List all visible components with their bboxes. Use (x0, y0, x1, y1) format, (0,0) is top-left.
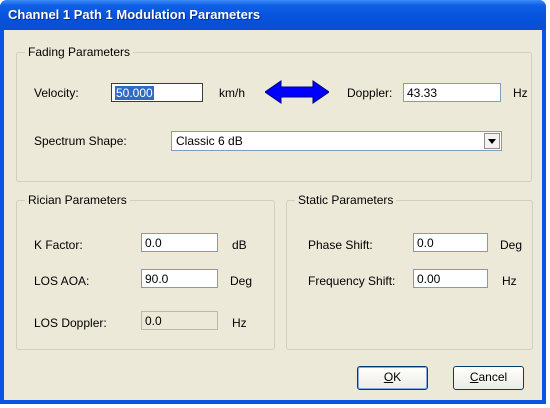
doppler-field[interactable]: 43.33 (403, 83, 501, 102)
velocity-value: 50.000 (115, 86, 154, 100)
los-doppler-value: 0.0 (145, 314, 162, 328)
dropdown-button[interactable] (484, 133, 500, 149)
cancel-button[interactable]: Cancel (453, 366, 524, 390)
k-factor-field[interactable]: 0.0 (141, 233, 218, 252)
doppler-value: 43.33 (407, 86, 438, 100)
los-doppler-unit: Hz (232, 316, 247, 330)
velocity-unit: km/h (219, 86, 246, 100)
ok-accel: O (383, 370, 394, 384)
los-aoa-field[interactable]: 90.0 (141, 269, 218, 288)
dialog-window: Channel 1 Path 1 Modulation Parameters F… (0, 0, 546, 404)
ok-button[interactable]: OK (357, 366, 428, 390)
los-aoa-label: LOS AOA: (34, 274, 90, 288)
spectrum-shape-label: Spectrum Shape: (34, 134, 127, 148)
k-factor-label: K Factor: (34, 238, 83, 252)
frequency-shift-value: 0.00 (417, 272, 441, 286)
cancel-label-rest: ancel (478, 370, 508, 384)
los-aoa-value: 90.0 (145, 272, 169, 286)
phase-shift-field[interactable]: 0.0 (413, 233, 488, 252)
rician-parameters-legend: Rician Parameters (25, 193, 130, 207)
fading-parameters-legend: Fading Parameters (25, 45, 134, 59)
ok-label-rest: K (393, 370, 402, 384)
chevron-down-icon (488, 138, 496, 144)
static-parameters-group: Static Parameters Phase Shift: 0.0 Deg F… (286, 193, 533, 350)
velocity-field[interactable]: 50.000 (111, 83, 203, 102)
rician-parameters-group: Rician Parameters K Factor: 0.0 dB LOS A… (16, 193, 275, 350)
frequency-shift-field[interactable]: 0.00 (413, 269, 488, 288)
static-parameters-legend: Static Parameters (295, 193, 397, 207)
phase-shift-label: Phase Shift: (308, 238, 373, 252)
spectrum-shape-select[interactable]: Classic 6 dB (171, 131, 502, 151)
title-bar[interactable]: Channel 1 Path 1 Modulation Parameters (0, 0, 546, 30)
phase-shift-unit: Deg (500, 238, 523, 252)
los-doppler-label: LOS Doppler: (34, 316, 107, 330)
spectrum-shape-value: Classic 6 dB (176, 134, 243, 148)
doppler-label: Doppler: (347, 86, 393, 100)
k-factor-value: 0.0 (145, 236, 162, 250)
los-aoa-unit: Deg (230, 274, 253, 288)
phase-shift-value: 0.0 (417, 236, 434, 250)
frequency-shift-unit: Hz (502, 274, 517, 288)
doppler-unit: Hz (513, 86, 528, 100)
fading-parameters-group: Fading Parameters Velocity: 50.000 km/h … (16, 45, 532, 182)
dialog-client-area: Fading Parameters Velocity: 50.000 km/h … (4, 30, 542, 400)
double-arrow-icon (265, 80, 329, 104)
velocity-label: Velocity: (34, 86, 79, 100)
window-title: Channel 1 Path 1 Modulation Parameters (8, 7, 261, 22)
k-factor-unit: dB (232, 238, 247, 252)
frequency-shift-label: Frequency Shift: (308, 274, 396, 288)
los-doppler-field: 0.0 (141, 311, 218, 330)
